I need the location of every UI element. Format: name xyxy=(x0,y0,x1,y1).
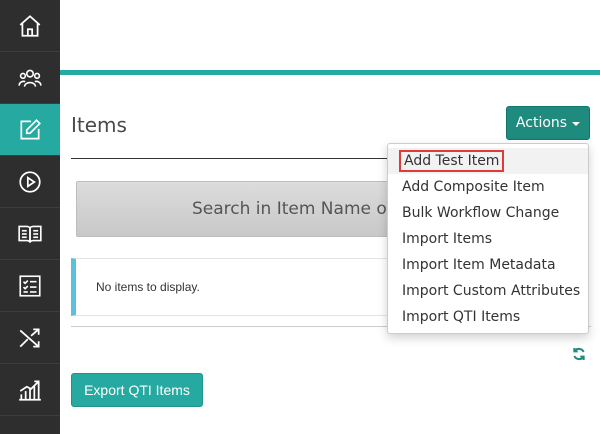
actions-dropdown-menu: Add Test Item Add Composite Item Bulk Wo… xyxy=(387,143,589,334)
users-icon xyxy=(18,69,42,87)
sidebar-item-items[interactable] xyxy=(0,104,60,156)
sidebar-item-library[interactable] xyxy=(0,208,60,260)
shuffle-icon xyxy=(19,327,40,348)
export-qti-items-button[interactable]: Export QTI Items xyxy=(71,373,203,407)
book-icon xyxy=(18,225,42,243)
refresh-icon[interactable] xyxy=(571,346,587,362)
menu-item-import-items[interactable]: Import Items xyxy=(388,226,588,252)
edit-icon xyxy=(20,118,41,140)
page-title: Items xyxy=(71,113,127,137)
menu-item-import-item-metadata[interactable]: Import Item Metadata xyxy=(388,252,588,278)
sidebar-item-play[interactable] xyxy=(0,156,60,208)
sidebar xyxy=(0,0,60,434)
caret-down-icon xyxy=(572,122,581,126)
actions-button-label: Actions xyxy=(515,115,568,131)
top-accent-bar xyxy=(60,70,600,75)
menu-item-bulk-workflow-change[interactable]: Bulk Workflow Change xyxy=(388,200,588,226)
play-icon xyxy=(19,170,41,193)
menu-item-add-composite-item[interactable]: Add Composite Item xyxy=(388,174,588,200)
search-placeholder: Search in Item Name or xyxy=(192,199,394,219)
sidebar-item-home[interactable] xyxy=(0,0,60,52)
empty-items-panel: No items to display. xyxy=(71,258,396,316)
sidebar-item-shuffle[interactable] xyxy=(0,312,60,364)
home-icon xyxy=(19,14,41,37)
title-divider xyxy=(71,158,391,159)
sidebar-item-reports[interactable] xyxy=(0,364,60,416)
sidebar-item-checklist[interactable] xyxy=(0,260,60,312)
sidebar-item-users[interactable] xyxy=(0,52,60,104)
search-bar[interactable]: Search in Item Name or xyxy=(76,181,396,237)
empty-message: No items to display. xyxy=(96,280,200,294)
checklist-icon xyxy=(19,274,41,297)
menu-item-import-custom-attributes[interactable]: Import Custom Attributes xyxy=(388,278,588,304)
menu-item-import-qti-items[interactable]: Import QTI Items xyxy=(388,304,588,330)
actions-button[interactable]: Actions xyxy=(506,106,590,140)
chart-icon xyxy=(19,379,41,401)
menu-item-add-test-item[interactable]: Add Test Item xyxy=(388,148,588,174)
